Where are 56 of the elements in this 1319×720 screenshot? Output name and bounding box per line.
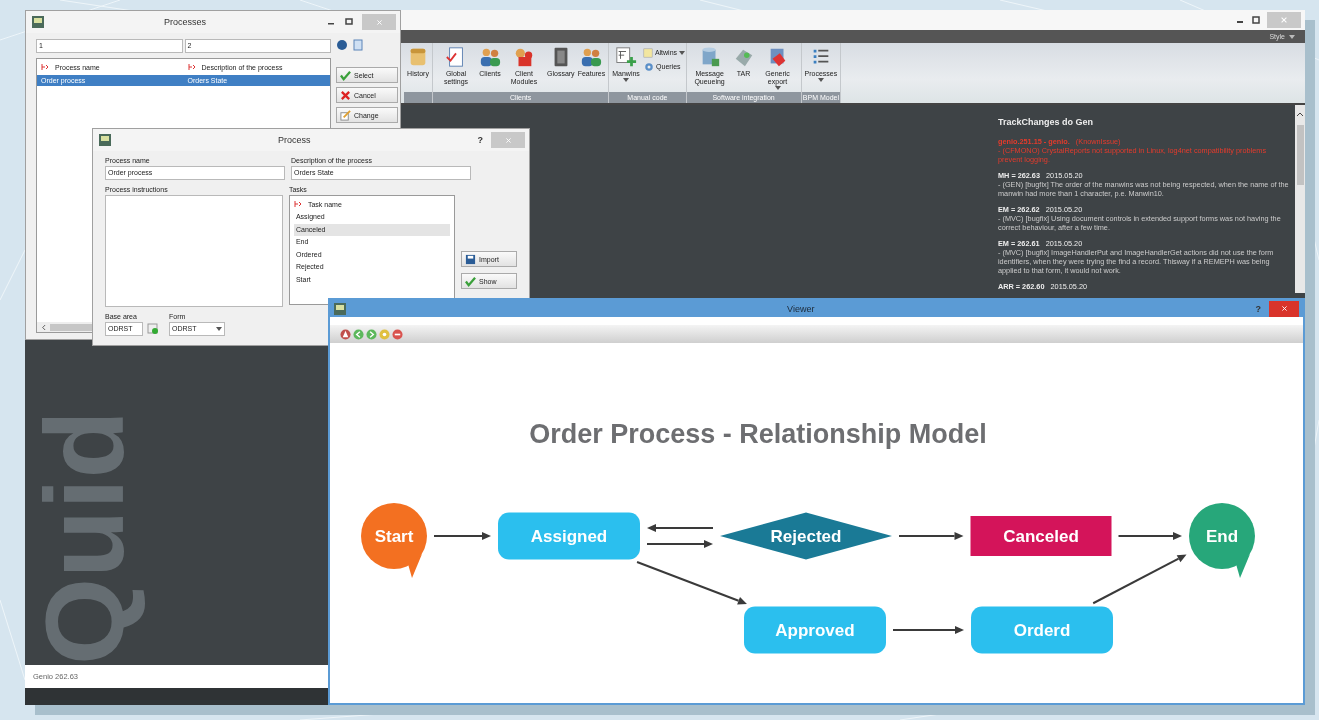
app-icon bbox=[99, 134, 111, 146]
sort-icon bbox=[41, 63, 49, 71]
maximize-icon[interactable] bbox=[1251, 15, 1261, 25]
panel-title: TrackChanges do Gen bbox=[998, 117, 1095, 127]
diagram-title: Order Process - Relationship Model bbox=[529, 419, 987, 449]
scrollbar-thumb[interactable] bbox=[1296, 125, 1304, 185]
window-title: Processes bbox=[163, 17, 207, 27]
gear-icon bbox=[644, 61, 655, 72]
arrow bbox=[647, 524, 714, 532]
window-title: Process bbox=[277, 135, 312, 145]
node-label: Start bbox=[374, 527, 414, 546]
close-button[interactable] bbox=[1269, 300, 1299, 317]
scroll-up-icon[interactable] bbox=[1296, 111, 1304, 117]
node-label: Orderd bbox=[1013, 621, 1071, 640]
window-title: Viewer bbox=[786, 303, 816, 314]
node-label: Approved bbox=[775, 621, 855, 640]
arrow bbox=[433, 532, 491, 540]
close-icon bbox=[504, 136, 512, 144]
document-icon[interactable] bbox=[352, 39, 364, 51]
cross-icon bbox=[340, 89, 351, 101]
lookup-icon[interactable] bbox=[147, 323, 159, 335]
help-button[interactable]: ? bbox=[1255, 303, 1261, 314]
ribbon-group-footer bbox=[404, 92, 432, 103]
maximize-icon[interactable] bbox=[344, 17, 354, 27]
back-button[interactable] bbox=[353, 328, 364, 340]
vertical-scrollbar[interactable] bbox=[1295, 105, 1305, 293]
app-icon bbox=[334, 302, 346, 315]
pencil-icon bbox=[340, 109, 351, 121]
sort-icon bbox=[187, 63, 196, 71]
arrow bbox=[1117, 532, 1182, 540]
close-icon bbox=[1280, 305, 1288, 312]
sort-icon bbox=[293, 200, 302, 208]
close-icon bbox=[1280, 16, 1288, 24]
node-label: Canceled bbox=[1003, 527, 1079, 546]
node-label: End bbox=[1205, 527, 1239, 546]
stop-button[interactable] bbox=[392, 328, 403, 340]
help-button[interactable]: ? bbox=[477, 135, 483, 145]
text-area[interactable] bbox=[105, 195, 283, 307]
caret-icon bbox=[1289, 34, 1295, 39]
node-label: Rejected bbox=[770, 527, 842, 546]
people-icon bbox=[479, 46, 501, 68]
app-icon bbox=[32, 16, 44, 28]
arrow bbox=[898, 532, 964, 540]
close-icon bbox=[375, 18, 383, 26]
save-icon bbox=[465, 253, 476, 265]
forward-button[interactable] bbox=[366, 328, 377, 340]
check-icon bbox=[465, 275, 476, 287]
scroll-left-icon[interactable] bbox=[41, 323, 46, 331]
people-icon bbox=[580, 46, 603, 68]
window-icon bbox=[642, 47, 653, 58]
caret-icon bbox=[216, 327, 222, 331]
check-icon bbox=[340, 69, 351, 81]
node-label: Assigned bbox=[530, 527, 608, 546]
arrow bbox=[892, 626, 964, 634]
database-icon[interactable] bbox=[336, 39, 348, 51]
arrow bbox=[646, 540, 713, 548]
